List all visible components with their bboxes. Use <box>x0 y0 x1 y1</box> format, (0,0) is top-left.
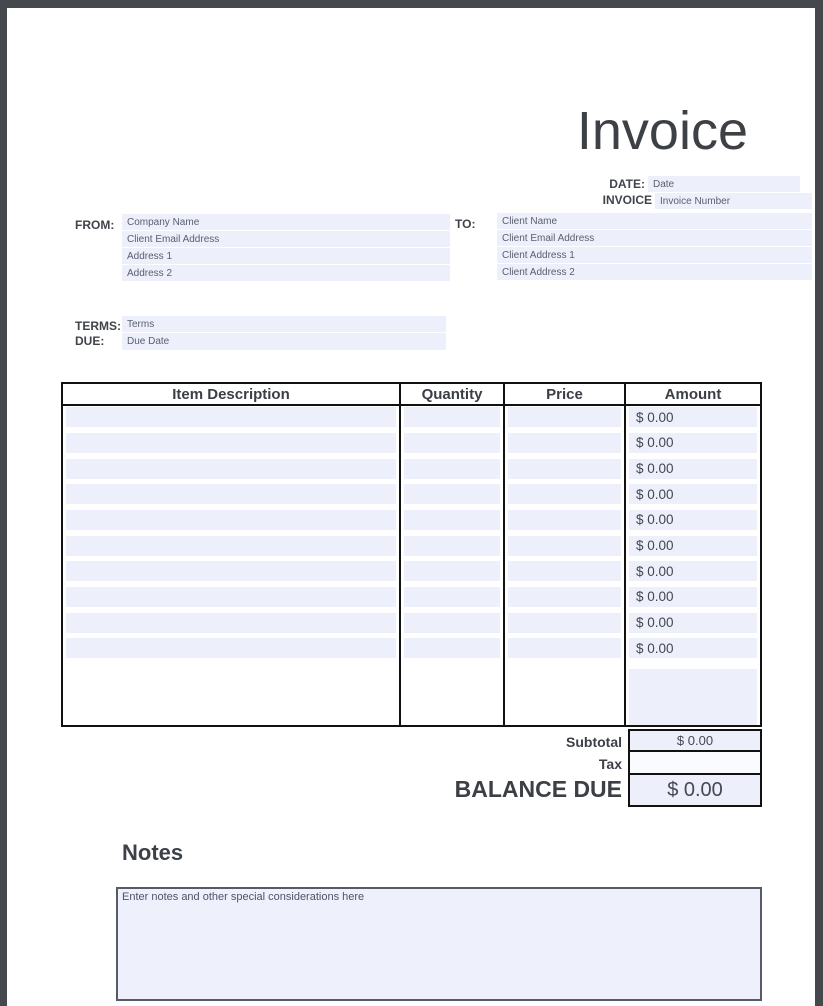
terms-label: TERMS: <box>75 319 121 333</box>
quantity-input-row-7[interactable] <box>404 561 500 581</box>
invoice-number-label: INVOICE <box>603 193 652 207</box>
from-address-1-input[interactable] <box>122 248 450 264</box>
balance-due-label: BALANCE DUE <box>455 776 622 803</box>
price-input-row-5[interactable] <box>508 510 621 530</box>
table-body <box>63 406 760 725</box>
quantity-input-row-8[interactable] <box>404 587 500 607</box>
tax-label: Tax <box>599 756 622 772</box>
date-label: DATE: <box>609 177 645 191</box>
from-email-input[interactable] <box>122 231 450 247</box>
price-input-row-8[interactable] <box>508 587 621 607</box>
quantity-input-row-5[interactable] <box>404 510 500 530</box>
amount-input-row-3[interactable] <box>629 459 757 479</box>
column-price <box>505 406 626 725</box>
notes-textarea[interactable] <box>116 887 762 1001</box>
price-input-row-7[interactable] <box>508 561 621 581</box>
amount-input-row-10[interactable] <box>629 638 757 658</box>
description-input-row-10[interactable] <box>66 638 396 658</box>
terms-input[interactable] <box>122 316 446 332</box>
to-client-address-1-input[interactable] <box>497 247 812 263</box>
description-input-row-8[interactable] <box>66 587 396 607</box>
due-date-input[interactable] <box>122 333 446 350</box>
from-address-2-input[interactable] <box>122 265 450 281</box>
description-input-row-2[interactable] <box>66 433 396 453</box>
quantity-input-row-9[interactable] <box>404 613 500 633</box>
header-amount: Amount <box>626 384 760 404</box>
amount-input-row-7[interactable] <box>629 561 757 581</box>
price-input-row-1[interactable] <box>508 407 621 427</box>
description-input-row-7[interactable] <box>66 561 396 581</box>
to-client-name-input[interactable] <box>497 213 812 229</box>
price-input-row-9[interactable] <box>508 613 621 633</box>
page-frame-right <box>815 0 823 1006</box>
date-input[interactable] <box>648 176 800 192</box>
to-client-address-2-input[interactable] <box>497 264 812 280</box>
to-label: TO: <box>455 217 475 231</box>
header-item-description: Item Description <box>63 384 401 404</box>
description-input-row-1[interactable] <box>66 407 396 427</box>
price-input-row-4[interactable] <box>508 484 621 504</box>
column-quantity <box>401 406 505 725</box>
invoice-number-input[interactable] <box>655 193 812 209</box>
amount-input-row-6[interactable] <box>629 536 757 556</box>
description-input-row-5[interactable] <box>66 510 396 530</box>
amount-column-fill <box>629 669 757 725</box>
to-client-email-input[interactable] <box>497 230 812 246</box>
amount-input-row-5[interactable] <box>629 510 757 530</box>
header-price: Price <box>505 384 626 404</box>
line-items-table: Item Description Quantity Price Amount <box>61 382 762 727</box>
subtotal-label: Subtotal <box>566 734 622 750</box>
price-input-row-3[interactable] <box>508 459 621 479</box>
balance-due-value[interactable]: $ 0.00 <box>628 773 762 807</box>
column-amount <box>626 406 760 725</box>
amount-input-row-9[interactable] <box>629 613 757 633</box>
table-header-row: Item Description Quantity Price Amount <box>63 384 760 406</box>
notes-heading: Notes <box>122 840 183 866</box>
subtotal-value[interactable]: $ 0.00 <box>628 729 762 752</box>
quantity-input-row-4[interactable] <box>404 484 500 504</box>
quantity-input-row-1[interactable] <box>404 407 500 427</box>
amount-input-row-8[interactable] <box>629 587 757 607</box>
page-title: Invoice <box>577 100 748 162</box>
description-input-row-6[interactable] <box>66 536 396 556</box>
from-company-name-input[interactable] <box>122 214 450 230</box>
description-input-row-3[interactable] <box>66 459 396 479</box>
description-input-row-4[interactable] <box>66 484 396 504</box>
price-input-row-2[interactable] <box>508 433 621 453</box>
amount-input-row-4[interactable] <box>629 484 757 504</box>
description-input-row-9[interactable] <box>66 613 396 633</box>
quantity-input-row-2[interactable] <box>404 433 500 453</box>
page-frame-left <box>0 0 7 1006</box>
quantity-input-row-10[interactable] <box>404 638 500 658</box>
price-input-row-10[interactable] <box>508 638 621 658</box>
quantity-input-row-6[interactable] <box>404 536 500 556</box>
quantity-input-row-3[interactable] <box>404 459 500 479</box>
from-label: FROM: <box>75 218 114 232</box>
column-item-description <box>63 406 401 725</box>
amount-input-row-1[interactable] <box>629 407 757 427</box>
tax-value[interactable] <box>628 750 762 775</box>
page-frame-top <box>0 0 823 8</box>
header-quantity: Quantity <box>401 384 505 404</box>
due-label: DUE: <box>75 334 104 348</box>
amount-input-row-2[interactable] <box>629 433 757 453</box>
price-input-row-6[interactable] <box>508 536 621 556</box>
